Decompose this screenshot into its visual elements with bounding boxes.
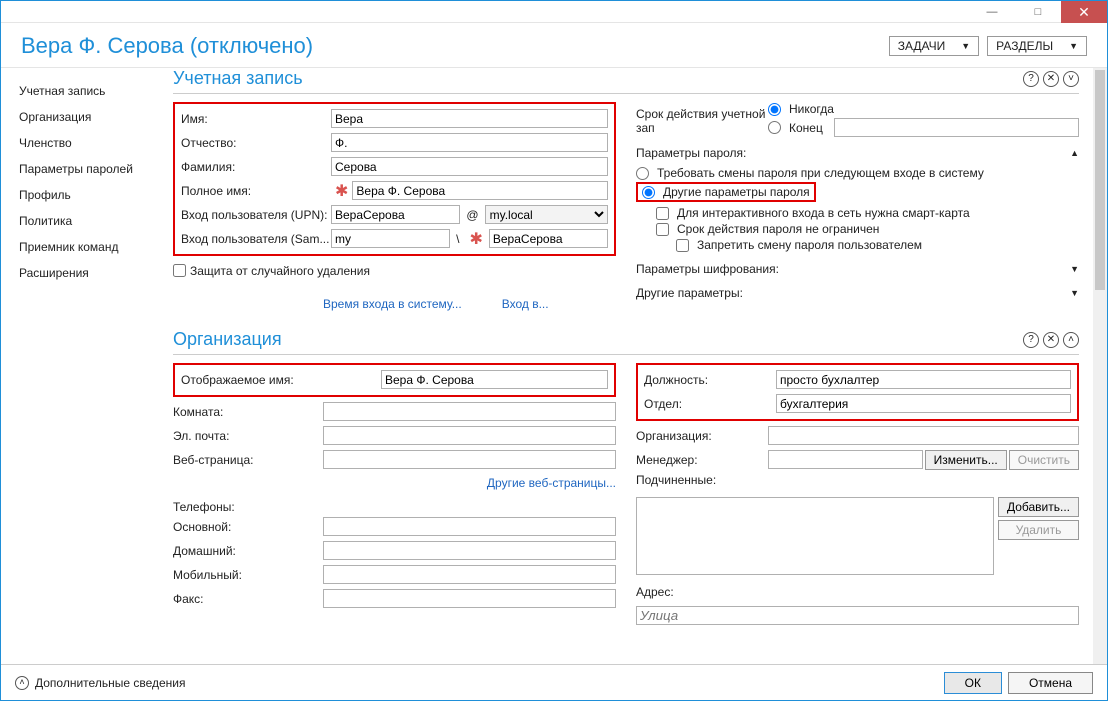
window: — □ ✕ Вера Ф. Серова (отключено) ЗАДАЧИ▼… (0, 0, 1108, 701)
section-organization: Организация ? ✕ ˄ Отображаемое имя: Комн… (173, 329, 1079, 629)
scrollbar[interactable] (1093, 68, 1107, 664)
sidebar: Учетная запись Организация Членство Пара… (1, 67, 165, 664)
company-input[interactable] (768, 426, 1079, 445)
close-section-icon[interactable]: ✕ (1043, 71, 1059, 87)
smartcard-checkbox[interactable] (656, 207, 669, 220)
sections-dropdown[interactable]: РАЗДЕЛЫ▼ (987, 36, 1087, 56)
sidebar-item-organization[interactable]: Организация (15, 104, 165, 130)
close-button[interactable]: ✕ (1061, 1, 1107, 23)
manager-input[interactable] (768, 450, 923, 469)
logon-hours-link[interactable]: Время входа в систему... (323, 297, 462, 311)
jobtitle-input[interactable] (776, 370, 1071, 389)
room-input[interactable] (323, 402, 616, 421)
highlight-box-pwd-other: Другие параметры пароля (636, 182, 816, 202)
upn-domain-select[interactable]: my.local (485, 205, 608, 224)
home-phone-input[interactable] (323, 541, 616, 560)
fullname-input[interactable] (352, 181, 608, 200)
titlebar: — □ ✕ (1, 1, 1107, 23)
collapse-icon[interactable]: ˅ (1063, 71, 1079, 87)
tasks-dropdown[interactable]: ЗАДАЧИ▼ (889, 36, 979, 56)
header: Вера Ф. Серова (отключено) ЗАДАЧИ▼ РАЗДЕ… (1, 23, 1107, 67)
sidebar-item-extensions[interactable]: Расширения (15, 260, 165, 286)
collapse-icon[interactable]: ˄ (1063, 332, 1079, 348)
sidebar-item-membership[interactable]: Членство (15, 130, 165, 156)
section-title: Организация (173, 329, 282, 350)
sidebar-item-profile[interactable]: Профиль (15, 182, 165, 208)
sam-user-input[interactable] (489, 229, 608, 248)
nochange-checkbox[interactable] (676, 239, 689, 252)
manager-clear-button[interactable]: Очистить (1009, 450, 1079, 470)
cancel-button[interactable]: Отмена (1008, 672, 1093, 694)
close-section-icon[interactable]: ✕ (1043, 332, 1059, 348)
sam-domain-input[interactable] (331, 229, 450, 248)
expiry-date-input[interactable] (834, 118, 1079, 137)
sidebar-item-dialin[interactable]: Приемник команд (15, 234, 165, 260)
chevron-down-icon: ▼ (1069, 41, 1078, 51)
reports-listbox[interactable] (636, 497, 994, 575)
ok-button[interactable]: ОК (944, 672, 1002, 694)
fax-input[interactable] (323, 589, 616, 608)
manager-edit-button[interactable]: Изменить... (925, 450, 1007, 470)
logon-to-link[interactable]: Вход в... (502, 297, 549, 311)
lastname-input[interactable] (331, 157, 608, 176)
required-icon: ✱ (465, 229, 486, 249)
chevron-down-icon[interactable]: ▼ (1070, 288, 1079, 298)
email-input[interactable] (323, 426, 616, 445)
sidebar-item-policy[interactable]: Политика (15, 208, 165, 234)
expiry-never-radio[interactable] (768, 103, 781, 116)
protect-checkbox[interactable] (173, 264, 186, 277)
maximize-button[interactable]: □ (1015, 1, 1061, 23)
highlight-box-title-dept: Должность: Отдел: (636, 363, 1079, 421)
highlight-box-account: Имя: Отчество: Фамилия: Полное имя:✱ Вхо… (173, 102, 616, 256)
mobile-phone-input[interactable] (323, 565, 616, 584)
department-input[interactable] (776, 394, 1071, 413)
street-input[interactable] (636, 606, 1079, 625)
sidebar-item-account[interactable]: Учетная запись (15, 78, 165, 104)
minimize-button[interactable]: — (969, 1, 1015, 23)
reports-remove-button[interactable]: Удалить (998, 520, 1079, 540)
main-phone-input[interactable] (323, 517, 616, 536)
reports-add-button[interactable]: Добавить... (998, 497, 1079, 517)
firstname-input[interactable] (331, 109, 608, 128)
sidebar-item-password[interactable]: Параметры паролей (15, 156, 165, 182)
help-icon[interactable]: ? (1023, 71, 1039, 87)
middlename-input[interactable] (331, 133, 608, 152)
page-title: Вера Ф. Серова (отключено) (21, 33, 313, 59)
section-account: Учетная запись ? ✕ ˅ Имя: Отчество: Фами… (173, 68, 1079, 315)
pwd-change-radio[interactable] (636, 167, 649, 180)
expiry-end-radio[interactable] (768, 121, 781, 134)
chevron-up-icon[interactable]: ▲ (1070, 148, 1079, 158)
more-info-link[interactable]: Дополнительные сведения (35, 676, 185, 690)
chevron-up-icon[interactable]: ˄ (15, 676, 29, 690)
noexpire-checkbox[interactable] (656, 223, 669, 236)
pwd-other-radio[interactable] (642, 186, 655, 199)
footer: ˄ Дополнительные сведения ОК Отмена (1, 664, 1107, 700)
displayname-input[interactable] (381, 370, 608, 389)
other-webpages-link[interactable]: Другие веб-страницы... (487, 476, 616, 490)
content: Учетная запись ? ✕ ˅ Имя: Отчество: Фами… (165, 67, 1107, 664)
help-icon[interactable]: ? (1023, 332, 1039, 348)
required-icon: ✱ (331, 181, 352, 201)
section-title: Учетная запись (173, 68, 303, 89)
chevron-down-icon[interactable]: ▼ (1070, 264, 1079, 274)
chevron-down-icon: ▼ (961, 41, 970, 51)
upn-user-input[interactable] (331, 205, 460, 224)
highlight-box-displayname: Отображаемое имя: (173, 363, 616, 397)
webpage-input[interactable] (323, 450, 616, 469)
